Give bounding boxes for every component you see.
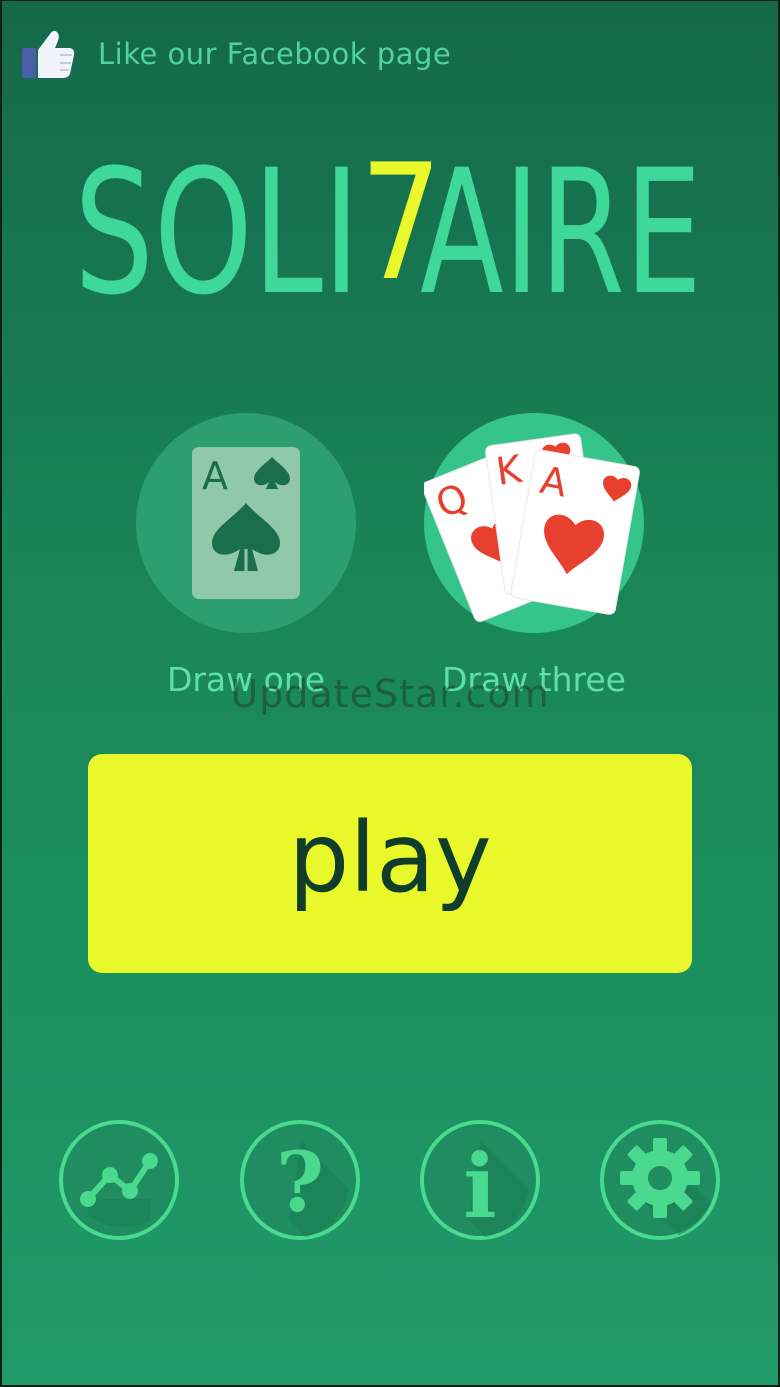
help-icon: ?: [240, 1120, 360, 1240]
ace-of-spades-card-icon: A: [192, 447, 300, 599]
info-icon: i: [420, 1120, 540, 1240]
face-cards-icon: Q K A: [424, 433, 640, 622]
watermark: UpdateStar.com: [230, 672, 550, 716]
thumbs-up-icon: [20, 28, 76, 80]
play-button[interactable]: play: [88, 754, 692, 973]
draw-one-button[interactable]: A: [136, 413, 356, 633]
card-rank-a: A: [202, 454, 228, 498]
info-button[interactable]: i: [419, 1119, 541, 1241]
draw-three-button[interactable]: Q K A: [424, 413, 644, 633]
facebook-like-link[interactable]: Like our Facebook page: [20, 24, 451, 84]
stats-icon: [59, 1120, 179, 1240]
play-label: play: [288, 801, 492, 914]
help-glyph: ?: [276, 1135, 324, 1231]
settings-icon: [600, 1120, 720, 1240]
info-glyph: i: [463, 1134, 496, 1238]
help-button[interactable]: ?: [239, 1119, 361, 1241]
logo-text-right: AIRE: [420, 132, 702, 320]
logo-text-left: SOLI: [74, 132, 360, 320]
settings-button[interactable]: [599, 1119, 721, 1241]
logo-seven: 7: [360, 129, 442, 316]
statistics-button[interactable]: [58, 1119, 180, 1241]
app-logo: SOLI AIRE 7: [74, 129, 702, 320]
facebook-label: Like our Facebook page: [98, 37, 452, 71]
